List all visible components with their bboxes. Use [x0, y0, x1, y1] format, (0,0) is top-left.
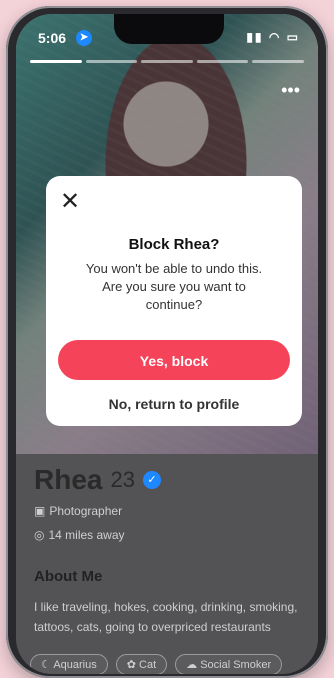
photo-progress [30, 60, 304, 63]
phone-frame: 5:06 ➤ ▮▮ ◠ ▭ ••• Rhea 23 ✓ ▣ Photograph… [6, 6, 328, 678]
dialog-message: You won't be able to undo this. Are you … [85, 261, 263, 312]
profile-name: Rhea [34, 464, 103, 495]
profile-chips: ☾ Aquarius ✿ Cat ☁ Social Smoker [30, 654, 283, 674]
job-line: ▣ Photographer [34, 504, 304, 518]
chip-zodiac: ☾ Aquarius [30, 654, 108, 674]
profile-job: Photographer [49, 504, 123, 518]
dialog-title: Block Rhea? [128, 236, 220, 253]
notch [114, 14, 224, 44]
chip-pet: ✿ Cat [115, 654, 168, 674]
close-icon[interactable]: ✕ [58, 190, 82, 214]
location-icon: ➤ [76, 30, 92, 46]
system-icons: ▮▮ ◠ ▭ [246, 30, 300, 44]
confirm-block-button[interactable]: Yes, block [58, 340, 290, 380]
screen: 5:06 ➤ ▮▮ ◠ ▭ ••• Rhea 23 ✓ ▣ Photograph… [16, 14, 318, 674]
briefcase-icon: ▣ [34, 504, 46, 518]
distance-line: ◎ 14 miles away [34, 528, 304, 542]
profile-age: 23 [110, 467, 135, 492]
block-dialog: ✕ Block Rhea? You won't be able to undo … [46, 176, 302, 426]
status-bar: 5:06 ➤ ▮▮ ◠ ▭ [16, 14, 318, 54]
about-heading: About Me [34, 568, 103, 585]
profile-bio: I like traveling, hokes, cooking, drinki… [34, 600, 298, 634]
name-line: Rhea 23 ✓ [34, 464, 304, 496]
chip-smoking: ☁ Social Smoker [175, 654, 283, 674]
return-to-profile-button[interactable]: No, return to profile [46, 396, 302, 412]
profile-info: Rhea 23 ✓ ▣ Photographer ◎ 14 miles away… [34, 464, 304, 637]
location-pin-icon: ◎ [34, 528, 45, 542]
more-icon[interactable]: ••• [281, 80, 300, 101]
verified-icon: ✓ [142, 471, 161, 489]
profile-distance: 14 miles away [48, 528, 125, 542]
status-time: 5:06 [38, 30, 67, 46]
